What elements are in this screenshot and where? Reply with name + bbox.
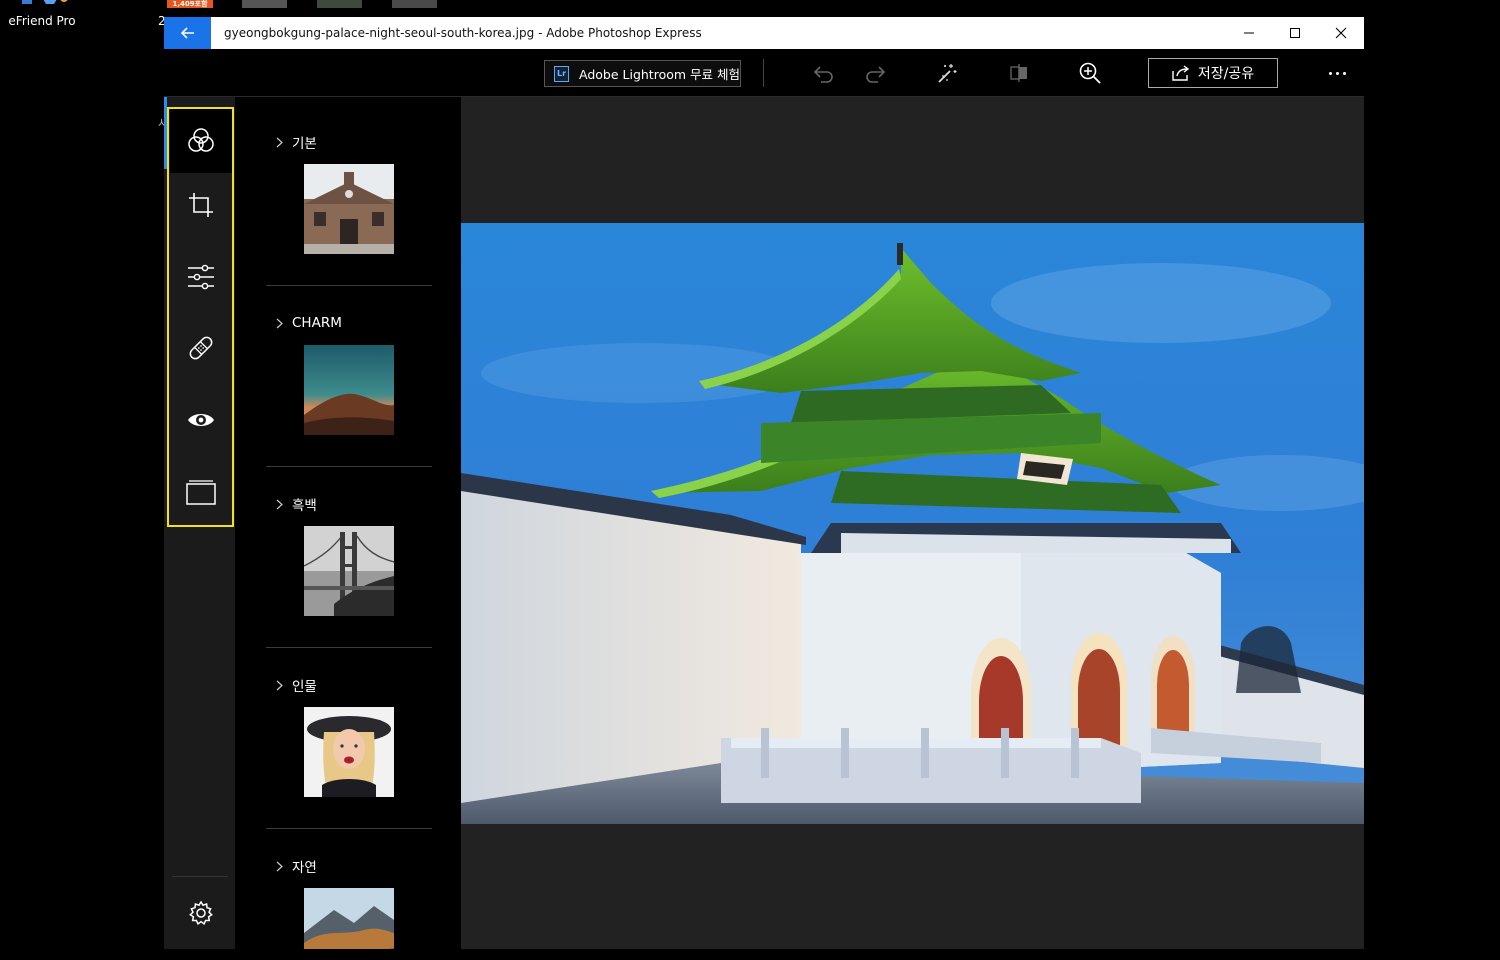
- desktop-thumbnail[interactable]: [392, 0, 437, 8]
- look-category-header[interactable]: 자연: [266, 854, 317, 878]
- compare-button[interactable]: [1007, 61, 1031, 85]
- desktop-thumbnail[interactable]: [317, 0, 362, 8]
- close-icon: [1335, 27, 1347, 39]
- zoom-button[interactable]: [1078, 61, 1102, 85]
- maximize-icon: [1290, 28, 1300, 38]
- title-bar: gyeongbokgung-palace-night-seoul-south-k…: [164, 17, 1364, 49]
- gear-icon: [189, 900, 213, 926]
- look-category-name: 자연: [292, 860, 317, 876]
- portrait-thumbnail-image: [304, 707, 394, 797]
- look-category-name: 인물: [292, 679, 317, 695]
- zoom-in-icon: [1079, 62, 1101, 84]
- compare-icon: [1010, 64, 1027, 82]
- redo-icon: [866, 66, 886, 83]
- more-icon: [1328, 71, 1332, 75]
- look-category-header[interactable]: 흑백: [266, 492, 317, 516]
- category-divider: [266, 466, 432, 467]
- chevron-right-icon: [276, 499, 283, 509]
- toolbar-divider: [763, 59, 764, 87]
- desktop-thumbnail[interactable]: [242, 0, 287, 8]
- minimize-icon: [1244, 32, 1254, 34]
- back-button[interactable]: [164, 17, 211, 49]
- maximize-button[interactable]: [1272, 17, 1318, 49]
- lightroom-trial-button[interactable]: Lr Adobe Lightroom 무료 체험: [544, 60, 741, 87]
- editor-toolbar: Lr Adobe Lightroom 무료 체험 저장/공유: [164, 49, 1364, 97]
- look-preset-thumbnail[interactable]: [304, 707, 394, 797]
- more-options-button[interactable]: [1322, 61, 1352, 85]
- undo-icon: [813, 66, 833, 83]
- bridge-thumbnail-image: [304, 526, 394, 616]
- look-category-header[interactable]: 기본: [266, 130, 317, 154]
- look-category-name: CHARM: [292, 315, 342, 331]
- look-preset-thumbnail[interactable]: [304, 526, 394, 616]
- more-icon: [1335, 71, 1339, 75]
- share-icon: [1172, 65, 1190, 81]
- category-divider: [266, 285, 432, 286]
- chevron-right-icon: [276, 680, 283, 690]
- save-share-label: 저장/공유: [1197, 66, 1255, 82]
- magic-wand-icon: [938, 64, 957, 83]
- look-category-header[interactable]: 인물: [266, 673, 317, 697]
- lightroom-trial-label: Adobe Lightroom 무료 체험: [579, 67, 740, 82]
- taskbar-thumb-badge: 1,409포함: [167, 0, 213, 8]
- tool-rail: [164, 97, 235, 949]
- building-thumbnail-image: [304, 164, 394, 254]
- desktop-shortcut-label: eFriend Pro: [8, 14, 76, 28]
- save-share-button[interactable]: 저장/공유: [1148, 58, 1278, 88]
- look-category-header[interactable]: CHARM: [266, 311, 342, 335]
- chevron-right-icon: [276, 861, 283, 871]
- image-canvas[interactable]: [461, 97, 1364, 949]
- chevron-right-icon: [276, 137, 283, 147]
- arrow-left-icon: [180, 27, 194, 39]
- auto-fix-button[interactable]: [935, 61, 959, 85]
- mountain-thumbnail-image: [304, 888, 394, 949]
- look-preset-thumbnail[interactable]: [304, 888, 394, 949]
- look-preset-thumbnail[interactable]: [304, 164, 394, 254]
- rail-divider: [172, 876, 228, 877]
- efriend-app-icon: [22, 0, 68, 4]
- photoshop-express-window: gyeongbokgung-palace-night-seoul-south-k…: [164, 17, 1364, 949]
- chevron-right-icon: [276, 318, 283, 328]
- lightroom-icon: Lr: [554, 65, 569, 82]
- look-preset-thumbnail[interactable]: [304, 345, 394, 435]
- tool-group-highlight: [167, 107, 234, 527]
- gyeongbokgung-palace-photo[interactable]: [461, 223, 1364, 824]
- settings-button[interactable]: [170, 881, 232, 945]
- palace-night-image: [461, 223, 1364, 824]
- desktop-shortcut-efriend-pro[interactable]: eFriend Pro: [4, 0, 76, 40]
- category-divider: [266, 647, 432, 648]
- close-button[interactable]: [1318, 17, 1364, 49]
- window-title: gyeongbokgung-palace-night-seoul-south-k…: [224, 26, 702, 40]
- looks-panel: 기본 CHARM 흑백 인물 자연: [235, 97, 461, 949]
- minimize-button[interactable]: [1226, 17, 1272, 49]
- more-icon: [1342, 71, 1346, 75]
- redo-button[interactable]: [863, 61, 887, 85]
- look-category-name: 기본: [292, 136, 317, 152]
- undo-button[interactable]: [812, 61, 836, 85]
- category-divider: [266, 828, 432, 829]
- look-category-name: 흑백: [292, 498, 317, 514]
- desert-thumbnail-image: [304, 345, 394, 435]
